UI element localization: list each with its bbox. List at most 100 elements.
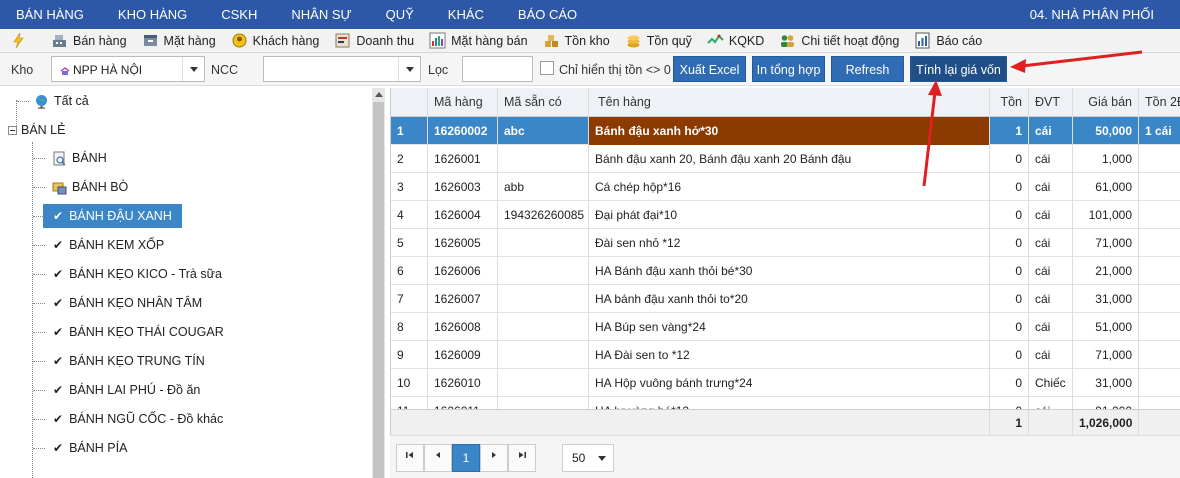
table-row[interactable]: 9 1626009 HA Đài sen to *12 0 cái 71,000 <box>391 341 1180 369</box>
menu-ban-hang[interactable]: BÁN HÀNG <box>0 0 101 29</box>
table-row[interactable]: 6 1626006 HA Bánh đậu xanh thỏi bé*30 0 … <box>391 257 1180 285</box>
tree-node-banh-keo-nhan-tam[interactable]: ✔ BÁNH KẸO NHÂN TÂM <box>53 291 202 315</box>
col-header-ten-hang[interactable]: Tên hàng <box>589 88 990 117</box>
tree-scrollbar[interactable] <box>372 88 385 478</box>
stock-icon <box>543 32 560 49</box>
table-row[interactable]: 10 1626010 HA Hộp vuông bánh trưng*24 0 … <box>391 369 1180 397</box>
prev-page-icon <box>436 452 440 458</box>
tree-node-banh-bo[interactable]: BÁNH BÒ <box>52 175 128 199</box>
table-row[interactable]: 4 1626004 194326260085 Đại phát đại*10 0… <box>391 201 1180 229</box>
tree-connector <box>33 245 45 246</box>
table-row[interactable]: 7 1626007 HA bánh đậu xanh thỏi to*20 0 … <box>391 285 1180 313</box>
table-row[interactable]: 8 1626008 HA Búp sen vàng*24 0 cái 51,00… <box>391 313 1180 341</box>
total-gia-ban: 1,026,000 <box>1073 410 1139 435</box>
tree-node-banh-pia[interactable]: ✔ BÁNH PÍA <box>53 436 127 460</box>
next-page-icon <box>492 452 496 458</box>
tree-node-banh-ngu-coc[interactable]: ✔ BÁNH NGŨ CỐC - Đồ khác <box>53 407 223 431</box>
last-page-button[interactable] <box>508 444 536 472</box>
tree-node-ban-le[interactable]: BÁN LẺ <box>8 118 65 142</box>
toolbar-mat-hang[interactable]: Mặt hàng <box>142 32 216 49</box>
toolbar-label: Báo cáo <box>936 33 983 48</box>
menu-cskh[interactable]: CSKH <box>204 0 274 29</box>
table-row[interactable]: 3 1626003 abb Cá chép hộp*16 0 cái 61,00… <box>391 173 1180 201</box>
page-number-button[interactable]: 1 <box>452 444 480 472</box>
col-header-index <box>391 88 428 117</box>
customer-icon <box>231 32 248 49</box>
tree-node-banh-dau-xanh[interactable]: ✔ BÁNH ĐẬU XANH <box>43 204 182 228</box>
col-header-ton-2dvt[interactable]: Tồn 2ĐVT <box>1139 88 1180 117</box>
top-menu-bar: BÁN HÀNG KHO HÀNG CSKH NHÂN SỰ QUỸ KHÁC … <box>0 0 1180 29</box>
ncc-label: NCC <box>211 63 239 77</box>
coins-icon <box>625 32 642 49</box>
col-header-gia-ban[interactable]: Giá bán <box>1073 88 1139 117</box>
menu-khac[interactable]: KHÁC <box>431 0 501 29</box>
scroll-up-icon[interactable] <box>375 92 383 97</box>
grid-summary-row: 1 1,026,000 <box>391 409 1180 435</box>
flash-shortcut[interactable] <box>10 32 36 49</box>
ncc-select[interactable] <box>263 56 421 82</box>
export-excel-button[interactable]: Xuất Excel <box>673 56 746 82</box>
toolbar-mat-hang-ban[interactable]: Mặt hàng bán <box>429 32 528 49</box>
tree-node-banh[interactable]: BÁNH <box>52 146 107 170</box>
toolbar-khach-hang[interactable]: Khách hàng <box>231 32 320 49</box>
next-page-button[interactable] <box>480 444 508 472</box>
check-icon: ✔ <box>53 209 64 223</box>
grid-header: Mã hàng Mã sẵn có Tên hàng Tồn ĐVT Giá b… <box>391 88 1180 117</box>
toolbar-doanh-thu[interactable]: Doanh thu <box>334 32 414 49</box>
toolbar-label: KQKD <box>728 33 765 48</box>
kho-select[interactable]: NPP HÀ NỘI <box>51 56 205 82</box>
col-header-ma-hang[interactable]: Mã hàng <box>428 88 498 117</box>
tree-node-all[interactable]: Tất cả <box>34 89 89 113</box>
chevron-down-icon[interactable] <box>182 57 204 81</box>
first-page-button[interactable] <box>396 444 424 472</box>
page-size-select[interactable]: 50 <box>562 444 614 472</box>
check-icon: ✔ <box>53 412 64 426</box>
col-header-ma-san-co[interactable]: Mã sẵn có <box>498 88 589 117</box>
toolbar-ton-kho[interactable]: Tồn kho <box>543 32 610 49</box>
menu-nhan-su[interactable]: NHÂN SỰ <box>274 0 368 29</box>
recalculate-cost-button[interactable]: Tính lại giá vốn <box>910 56 1007 82</box>
cash-register-icon <box>51 32 68 49</box>
box-icon <box>142 32 159 49</box>
tree-connector <box>33 332 45 333</box>
toolbar-label: Tồn quỹ <box>646 33 692 48</box>
check-icon: ✔ <box>53 296 64 310</box>
show-nonzero-checkbox[interactable] <box>540 61 554 75</box>
scrollbar-thumb[interactable] <box>373 102 384 478</box>
toolbar-ton-quy[interactable]: Tồn quỹ <box>625 32 692 49</box>
collapse-icon[interactable] <box>8 125 17 135</box>
check-icon: ✔ <box>53 325 64 339</box>
menu-kho-hang[interactable]: KHO HÀNG <box>101 0 204 29</box>
toolbar-chi-tiet-hoat-dong[interactable]: Chi tiết hoạt động <box>779 32 899 49</box>
tree-connector <box>33 390 45 391</box>
last-page-icon <box>519 452 526 458</box>
table-row[interactable]: 1 16260002 abc Bánh đậu xanh hở*30 1 cái… <box>391 117 1180 145</box>
loc-input[interactable] <box>462 56 533 82</box>
warehouse-icon <box>60 65 70 75</box>
tree-node-banh-keo-trung-tin[interactable]: ✔ BÁNH KẸO TRUNG TÍN <box>53 349 205 373</box>
col-header-ton[interactable]: Tồn <box>990 88 1029 117</box>
check-icon: ✔ <box>53 441 64 455</box>
tree-node-banh-kem-xop[interactable]: ✔ BÁNH KEM XỐP <box>53 233 164 257</box>
col-header-dvt[interactable]: ĐVT <box>1029 88 1073 117</box>
refresh-button[interactable]: Refresh <box>831 56 904 82</box>
print-summary-button[interactable]: In tổng hợp <box>752 56 825 82</box>
toolbar-ban-hang[interactable]: Bán hàng <box>51 32 127 49</box>
tree-node-banh-keo-thai-cougar[interactable]: ✔ BÁNH KẸO THÁI COUGAR <box>53 320 224 344</box>
table-row[interactable]: 2 1626001 Bánh đậu xanh 20, Bánh đậu xan… <box>391 145 1180 173</box>
menu-quy[interactable]: QUỸ <box>369 0 431 29</box>
toolbar-label: Chi tiết hoạt động <box>801 33 900 48</box>
menu-bao-cao[interactable]: BÁO CÁO <box>501 0 594 29</box>
tree-node-banh-keo-kico[interactable]: ✔ BÁNH KẸO KICO - Trà sữa <box>53 262 222 286</box>
toolbar-kqkd[interactable]: KQKD <box>707 32 764 49</box>
quick-toolbar: Bán hàng Mặt hàng Khách hàng Doanh thu M… <box>0 29 1180 53</box>
toolbar-label: Khách hàng <box>252 33 320 48</box>
branch-name[interactable]: 04. NHÀ PHÂN PHỐI <box>1030 7 1180 22</box>
table-row[interactable]: 5 1626005 Đài sen nhỏ *12 0 cái 71,000 <box>391 229 1180 257</box>
tree-node-banh-lai-phu[interactable]: ✔ BÁNH LAI PHÚ - Đồ ăn <box>53 378 200 402</box>
kho-select-value: NPP HÀ NỘI <box>60 63 142 77</box>
tree-connector <box>33 158 45 159</box>
chevron-down-icon[interactable] <box>398 57 420 81</box>
prev-page-button[interactable] <box>424 444 452 472</box>
toolbar-bao-cao[interactable]: Báo cáo <box>914 32 982 49</box>
